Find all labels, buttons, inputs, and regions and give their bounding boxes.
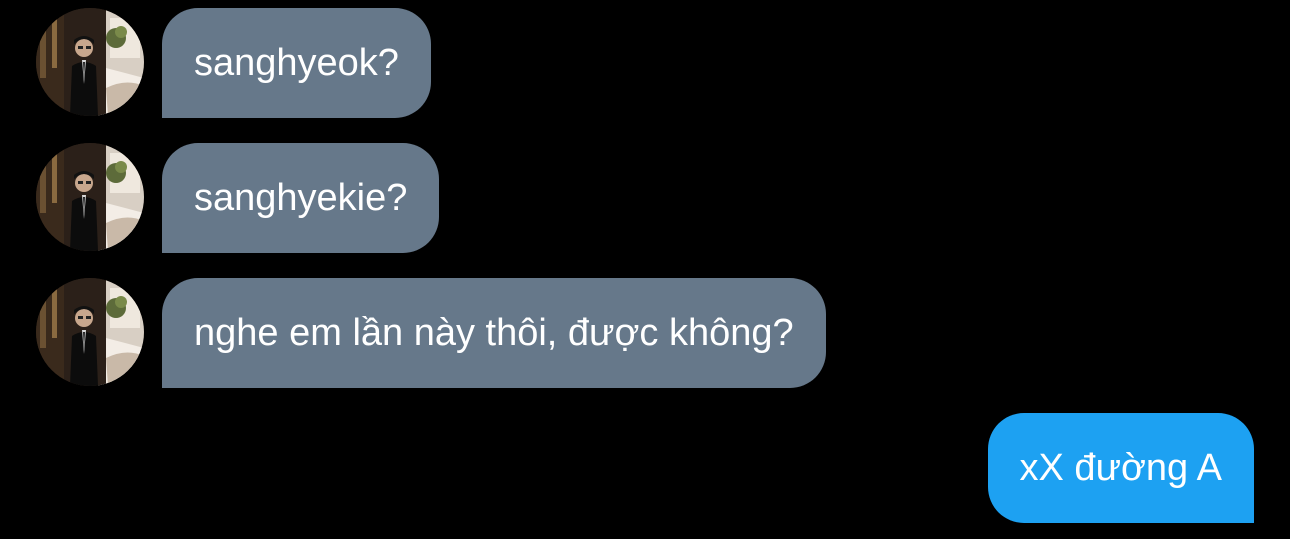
sender-avatar[interactable] — [36, 143, 144, 251]
sender-avatar[interactable] — [36, 8, 144, 116]
outgoing-message-bubble[interactable]: xX đường A — [987, 413, 1254, 523]
message-row: xX đường A — [0, 413, 1290, 523]
message-text: xX đường A — [1019, 447, 1222, 489]
sender-avatar[interactable] — [36, 278, 144, 386]
message-text: sanghyekie? — [194, 177, 408, 219]
message-text: sanghyeok? — [194, 42, 399, 84]
message-row: nghe em lần này thôi, được không? — [0, 278, 1290, 388]
incoming-message-bubble[interactable]: nghe em lần này thôi, được không? — [162, 278, 826, 388]
incoming-message-bubble[interactable]: sanghyekie? — [162, 143, 440, 253]
message-row: sanghyeok? — [0, 8, 1290, 118]
message-text: nghe em lần này thôi, được không? — [194, 312, 794, 354]
incoming-message-bubble[interactable]: sanghyeok? — [162, 8, 431, 118]
message-row: sanghyekie? — [0, 143, 1290, 253]
